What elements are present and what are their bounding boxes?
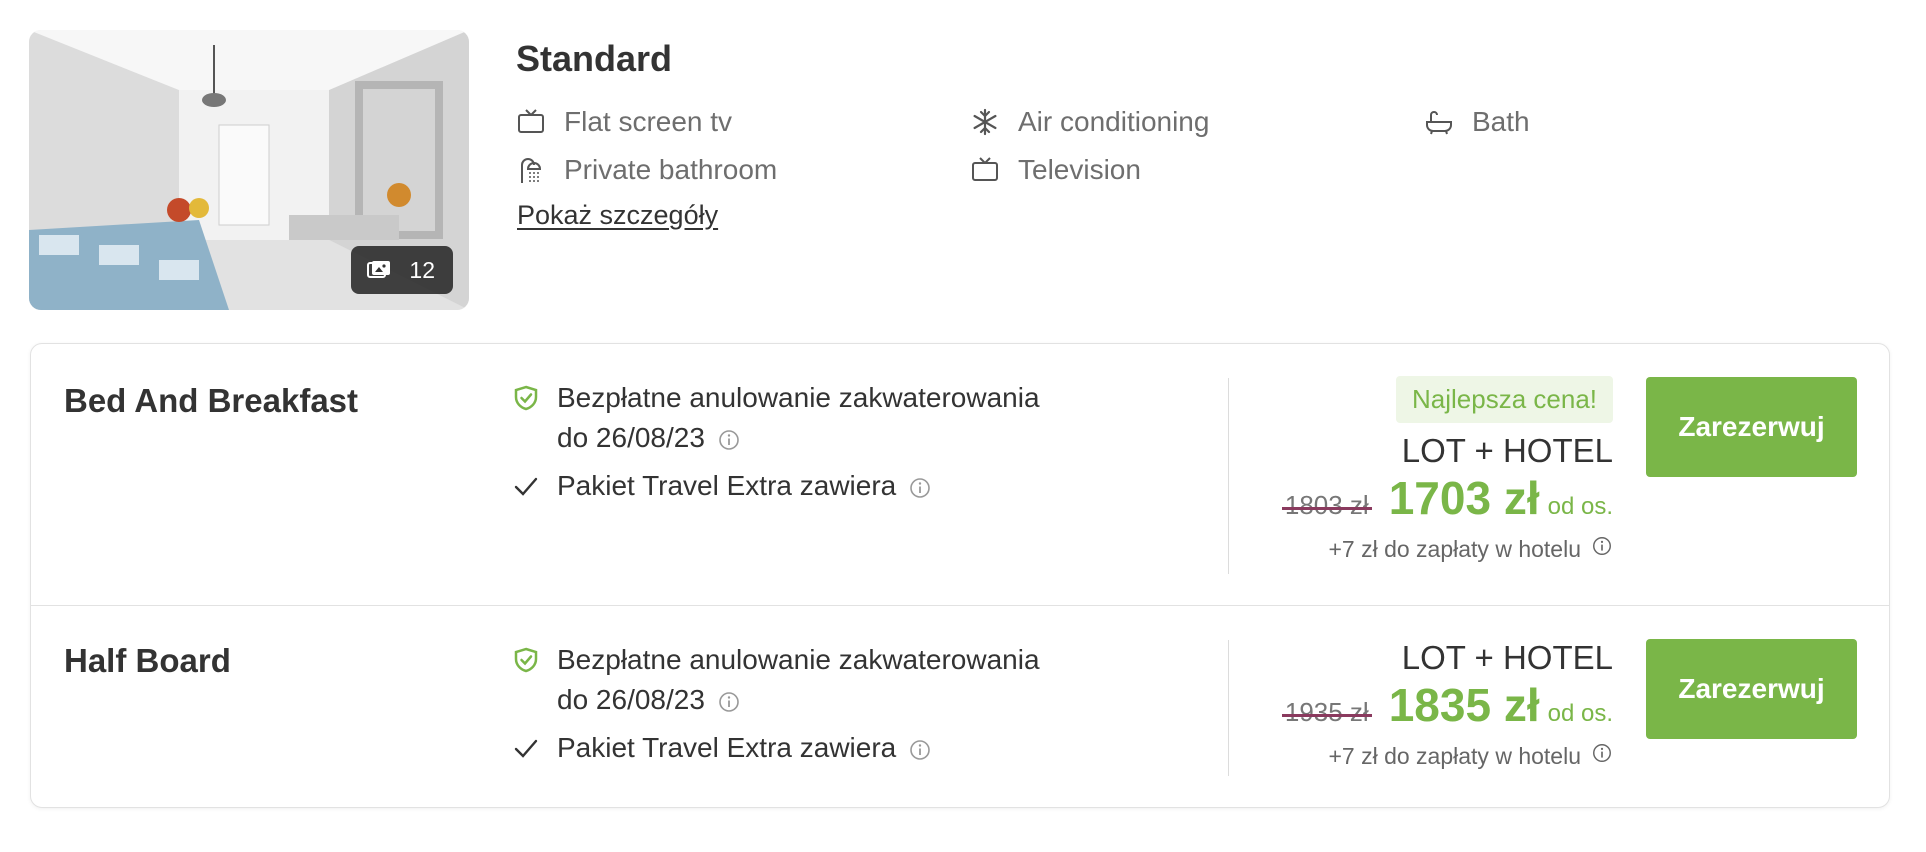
hotel-fee: +7 zł do zapłaty w hotelu (1285, 535, 1613, 563)
room-photo[interactable]: 12 (29, 30, 469, 310)
tv-icon (516, 107, 546, 137)
travel-extra-feature: Pakiet Travel Extra zawiera (511, 728, 1071, 768)
per-person-label: od os. (1547, 700, 1613, 727)
price-line: 1803 zł 1703 zł od os. (1281, 471, 1613, 525)
cancellation-text: Bezpłatne anulowanie zakwaterowania (557, 382, 1040, 413)
offer-row-half-board: Half Board Bezpłatne anulowanie zakwater… (31, 606, 1889, 809)
cancellation-text: Bezpłatne anulowanie zakwaterowania (557, 644, 1040, 675)
cancellation-date: do 26/08/23 (557, 422, 705, 453)
amenities-list: Flat screen tv Air conditioning Bath Pri… (516, 98, 1926, 198)
new-price: 1703 zł (1388, 472, 1540, 524)
room-title: Standard (516, 38, 673, 79)
info-icon[interactable] (908, 476, 932, 500)
checkmark-icon (511, 466, 541, 506)
shield-check-icon (511, 640, 541, 680)
book-button[interactable]: Zarezerwuj (1646, 639, 1857, 739)
amenity-television: Television (970, 146, 1141, 194)
per-person-label: od os. (1547, 493, 1613, 520)
info-icon[interactable] (1591, 535, 1613, 563)
gallery-icon (367, 260, 391, 280)
amenity-bath: Bath (1424, 98, 1530, 146)
row-divider (1228, 640, 1229, 776)
amenity-label: Private bathroom (564, 154, 778, 185)
info-icon[interactable] (717, 690, 741, 714)
best-price-badge: Najlepsza cena! (1396, 376, 1613, 423)
cancellation-date: do 26/08/23 (557, 684, 705, 715)
photo-count-badge[interactable]: 12 (351, 246, 453, 294)
package-feature-text: Pakiet Travel Extra zawiera (557, 470, 897, 501)
board-name: Half Board (64, 642, 231, 679)
price-line: 1935 zł 1835 zł od os. (1281, 678, 1613, 732)
photo-count: 12 (409, 256, 435, 283)
shower-icon (516, 155, 546, 185)
price-block: Najlepsza cena! LOT + HOTEL 1803 zł 1703… (1281, 376, 1613, 563)
free-cancellation-feature: Bezpłatne anulowanie zakwaterowania do 2… (511, 640, 1071, 720)
info-icon[interactable] (717, 428, 741, 452)
old-price: 1803 zł (1281, 490, 1372, 520)
checkmark-icon (511, 728, 541, 768)
amenity-label: Bath (1472, 106, 1530, 137)
amenity-label: Air conditioning (1018, 106, 1210, 137)
show-details-link[interactable]: Pokaż szczegóły (517, 200, 718, 231)
price-block: LOT + HOTEL 1935 zł 1835 zł od os. +7 zł… (1281, 638, 1613, 770)
amenity-label: Television (1018, 154, 1141, 185)
shield-check-icon (511, 378, 541, 418)
package-label: LOT + HOTEL (1401, 639, 1613, 676)
package-feature-text: Pakiet Travel Extra zawiera (557, 732, 897, 763)
package-label: LOT + HOTEL (1401, 432, 1613, 469)
amenity-flat-screen-tv: Flat screen tv (516, 98, 732, 146)
book-button[interactable]: Zarezerwuj (1646, 377, 1857, 477)
travel-extra-feature: Pakiet Travel Extra zawiera (511, 466, 1071, 506)
hotel-fee: +7 zł do zapłaty w hotelu (1285, 742, 1613, 770)
tv-icon (970, 155, 1000, 185)
amenity-private-bathroom: Private bathroom (516, 146, 777, 194)
info-icon[interactable] (908, 738, 932, 762)
amenity-air-conditioning: Air conditioning (970, 98, 1209, 146)
board-name: Bed And Breakfast (64, 382, 359, 419)
offers-card: Bed And Breakfast Bezpłatne anulowanie z… (30, 343, 1890, 808)
hotel-fee-text: +7 zł do zapłaty w hotelu (1328, 742, 1581, 769)
amenity-label: Flat screen tv (564, 106, 733, 137)
offer-features: Bezpłatne anulowanie zakwaterowania do 2… (511, 640, 1071, 768)
offer-features: Bezpłatne anulowanie zakwaterowania do 2… (511, 378, 1071, 506)
row-divider (1228, 378, 1229, 574)
free-cancellation-feature: Bezpłatne anulowanie zakwaterowania do 2… (511, 378, 1071, 458)
hotel-fee-text: +7 zł do zapłaty w hotelu (1328, 535, 1581, 562)
new-price: 1835 zł (1388, 679, 1540, 731)
old-price: 1935 zł (1281, 697, 1372, 727)
bathtub-icon (1424, 107, 1454, 137)
offer-row-bed-and-breakfast: Bed And Breakfast Bezpłatne anulowanie z… (31, 344, 1889, 606)
snowflake-icon (970, 107, 1000, 137)
info-icon[interactable] (1591, 742, 1613, 770)
